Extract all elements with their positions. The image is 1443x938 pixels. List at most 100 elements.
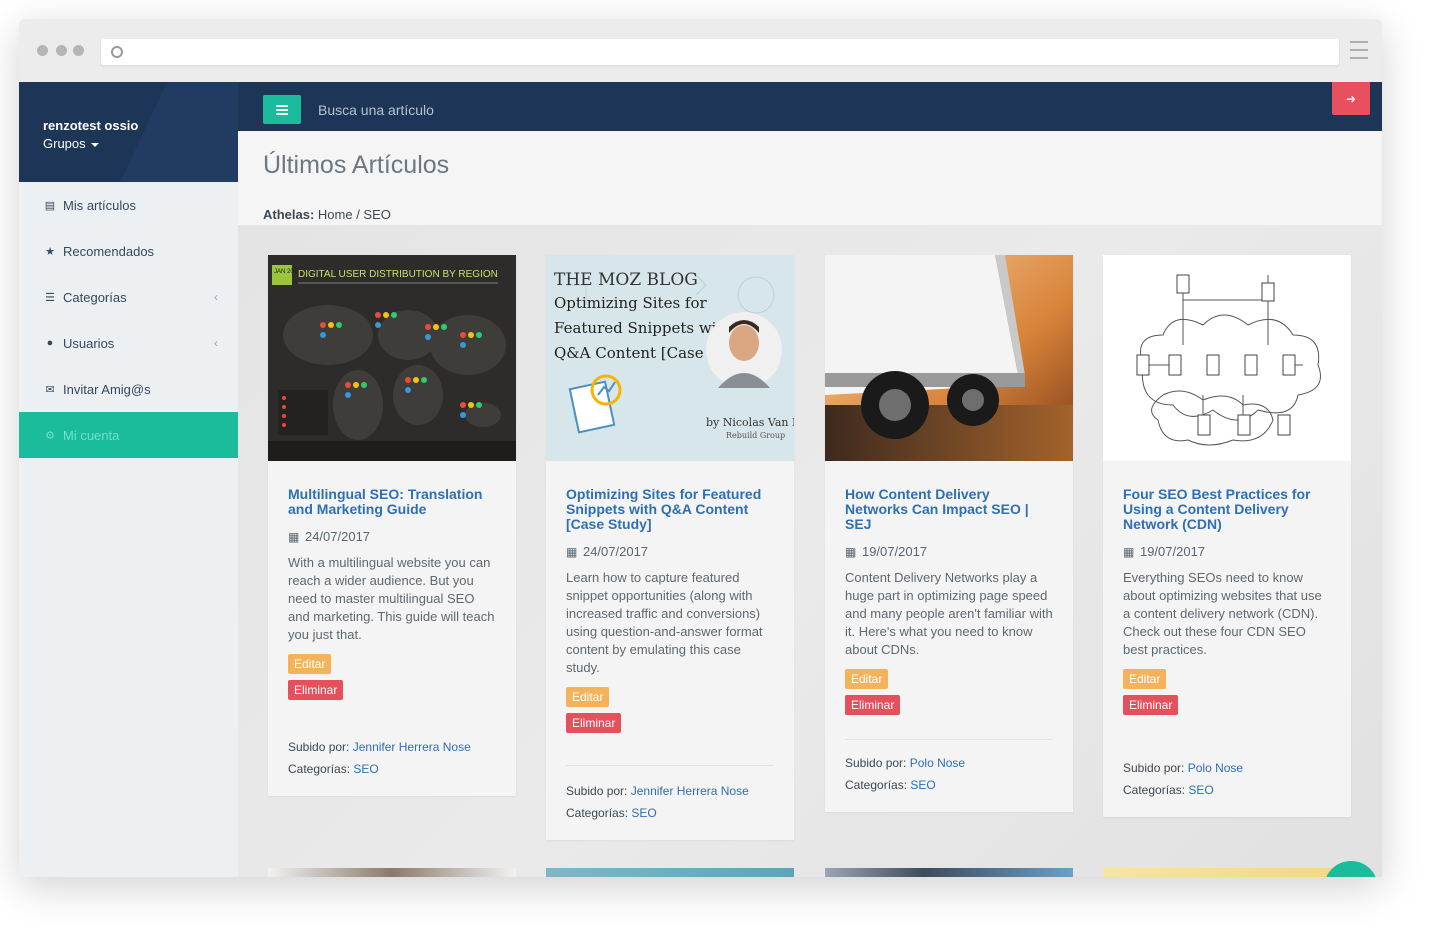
star-icon: ★: [45, 245, 55, 258]
author-link[interactable]: Jennifer Herrera Nose: [631, 784, 749, 798]
article-title-link[interactable]: Multilingual SEO: Translation and Market…: [288, 487, 496, 517]
article-title-link[interactable]: How Content Delivery Networks Can Impact…: [845, 487, 1053, 532]
article-thumbnail[interactable]: THE MOZ BLOG Optimizing Sites for Featur…: [546, 255, 794, 461]
envelope-icon: ✉: [45, 383, 55, 396]
window-dot-icon[interactable]: [37, 45, 48, 56]
uploaded-by-label: Subido por:: [566, 784, 628, 798]
company-text: Rebuild Group: [726, 431, 785, 440]
article-date: ▦ 24/07/2017: [566, 544, 649, 559]
breadcrumb-path[interactable]: Home / SEO: [318, 207, 391, 222]
calendar-icon: ▦: [566, 545, 578, 559]
card-divider: [845, 739, 1053, 740]
edit-button[interactable]: Editar: [566, 687, 610, 707]
logout-button[interactable]: ➜: [1332, 82, 1370, 115]
article-date: ▦ 19/07/2017: [1123, 544, 1206, 559]
top-navbar: Busca una artículo ➜: [238, 82, 1382, 131]
image-headline-line: Optimizing Sites for: [554, 294, 708, 312]
breadcrumb: Athelas: Home / SEO: [263, 207, 391, 222]
article-description: With a multilingual website you can reac…: [288, 555, 495, 642]
floating-action-button[interactable]: [1324, 861, 1378, 877]
cdn-diagram: [1103, 255, 1351, 461]
world-map-infographic: JAN 2017 DIGITAL USER DISTRIBUTION BY RE…: [268, 255, 516, 461]
sidebar-item-label: Categorías: [63, 289, 127, 305]
blog-name: THE MOZ BLOG: [554, 270, 698, 290]
calendar-icon: ▦: [1123, 545, 1135, 559]
article-thumbnail[interactable]: [825, 255, 1073, 461]
article-meta: Subido por: Jennifer Herrera Nose Catego…: [566, 784, 774, 820]
sidebar-item-invitar[interactable]: ✉ Invitar Amig@s: [19, 366, 238, 412]
truck-photo: [825, 255, 1073, 461]
moz-blog-illustration: THE MOZ BLOG Optimizing Sites for Featur…: [546, 255, 794, 461]
article-card: How Content Delivery Networks Can Impact…: [825, 255, 1073, 812]
article-thumbnail[interactable]: JAN 2017 DIGITAL USER DISTRIBUTION BY RE…: [268, 255, 516, 461]
sidebar-item-recomendados[interactable]: ★ Recomendados: [19, 228, 238, 274]
sign-out-icon: ➜: [1345, 91, 1357, 106]
article-card-thumbnail-partial[interactable]: [546, 868, 794, 877]
sidebar-item-label: Mi cuenta: [63, 427, 120, 443]
sidebar-item-categorias[interactable]: ☰ Categorías ‹: [19, 274, 238, 320]
infographic-headline: DIGITAL USER DISTRIBUTION BY REGION: [298, 269, 498, 280]
groups-dropdown[interactable]: Grupos: [43, 136, 99, 151]
sidebar: renzotest ossio Grupos ▤ Mis artículos ★…: [19, 82, 238, 877]
category-link[interactable]: SEO: [1188, 783, 1213, 797]
chevron-left-icon: ‹: [214, 290, 218, 304]
delete-button[interactable]: Eliminar: [1123, 695, 1179, 715]
caret-down-icon: [90, 142, 99, 147]
calendar-icon: ▦: [288, 530, 300, 544]
article-title-link[interactable]: Four SEO Best Practices for Using a Cont…: [1123, 487, 1331, 532]
categories-label: Categorías:: [288, 762, 351, 776]
article-meta: Subido por: Jennifer Herrera Nose Catego…: [288, 740, 496, 776]
delete-button[interactable]: Eliminar: [566, 713, 622, 733]
sidebar-item-mi-cuenta[interactable]: ⚙ Mi cuenta: [19, 412, 238, 458]
user-icon: ●: [46, 337, 54, 349]
window-dot-icon[interactable]: [56, 45, 67, 56]
article-date: ▦ 24/07/2017: [288, 529, 371, 544]
categories-label: Categorías:: [1123, 783, 1186, 797]
user-name: renzotest ossio: [43, 118, 139, 133]
groups-label: Grupos: [43, 136, 86, 151]
uploaded-by-label: Subido por:: [1123, 761, 1185, 775]
delete-button[interactable]: Eliminar: [845, 695, 901, 715]
chevron-left-icon: ‹: [214, 336, 218, 350]
menu-toggle-button[interactable]: [263, 95, 301, 124]
address-bar[interactable]: [101, 39, 1339, 65]
author-link[interactable]: Jennifer Herrera Nose: [353, 740, 471, 754]
sidebar-item-usuarios[interactable]: ● Usuarios ‹: [19, 320, 238, 366]
category-link[interactable]: SEO: [910, 778, 935, 792]
sidebar-item-mis-articulos[interactable]: ▤ Mis artículos: [19, 182, 238, 228]
article-description: Content Delivery Networks play a huge pa…: [845, 570, 1053, 657]
list-icon: ☰: [45, 291, 55, 304]
article-description: Learn how to capture featured snippet op…: [566, 570, 763, 675]
category-link[interactable]: SEO: [631, 806, 656, 820]
article-card-thumbnail-partial[interactable]: [1103, 868, 1351, 877]
edit-button[interactable]: Editar: [845, 669, 889, 689]
sidebar-item-label: Recomendados: [63, 243, 155, 259]
article-card-thumbnail-partial[interactable]: [825, 868, 1073, 877]
article-meta: Subido por: Polo Nose Categorías: SEO: [845, 756, 1053, 792]
categories-label: Categorías:: [566, 806, 629, 820]
delete-button[interactable]: Eliminar: [288, 680, 344, 700]
card-divider: [566, 765, 774, 766]
article-title-link[interactable]: Optimizing Sites for Featured Snippets w…: [566, 487, 774, 532]
article-meta: Subido por: Polo Nose Categorías: SEO: [1123, 761, 1331, 797]
articles-grid: JAN 2017 DIGITAL USER DISTRIBUTION BY RE…: [238, 225, 1382, 877]
author-link[interactable]: Polo Nose: [910, 756, 965, 770]
search-input[interactable]: Busca una artículo: [318, 102, 434, 118]
browser-chrome: [19, 19, 1382, 82]
browser-menu-icon[interactable]: [1350, 41, 1368, 65]
page-header: Últimos Artículos Athelas: Home / SEO: [238, 131, 1382, 225]
article-thumbnail[interactable]: [1103, 255, 1351, 461]
edit-button[interactable]: Editar: [288, 654, 332, 674]
edit-button[interactable]: Editar: [1123, 669, 1167, 689]
byline-text: by Nicolas Van Huis: [706, 416, 794, 429]
image-headline-line: Featured Snippets with: [554, 319, 732, 337]
category-link[interactable]: SEO: [353, 762, 378, 776]
window-dot-icon[interactable]: [73, 45, 84, 56]
categories-label: Categorías:: [845, 778, 908, 792]
article-date: ▦ 19/07/2017: [845, 544, 928, 559]
article-card: Four SEO Best Practices for Using a Cont…: [1103, 255, 1351, 817]
calendar-icon: ▦: [845, 545, 857, 559]
sidebar-item-label: Usuarios: [63, 335, 115, 351]
author-link[interactable]: Polo Nose: [1188, 761, 1243, 775]
article-card-thumbnail-partial[interactable]: [268, 868, 516, 877]
